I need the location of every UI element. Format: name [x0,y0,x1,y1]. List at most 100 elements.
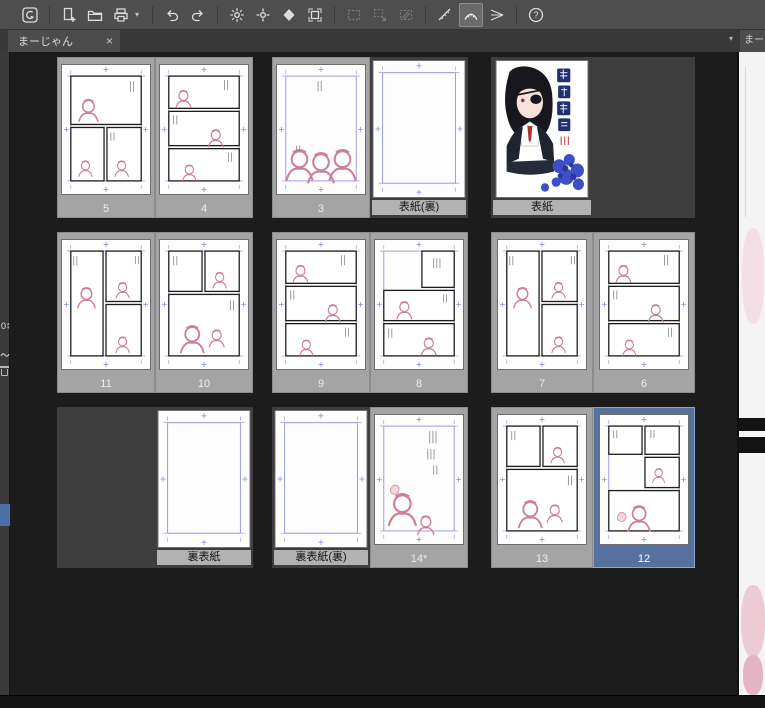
back-cover[interactable]: 裏表紙 [155,407,253,568]
spread: 11 10 [57,232,253,393]
page-canvas[interactable] [160,65,248,194]
clip-studio-logo-icon[interactable] [18,3,42,27]
page-9[interactable]: 9 [272,232,370,393]
page-14-modified[interactable]: 14* [370,407,468,568]
page-canvas[interactable] [160,240,248,369]
page-canvas[interactable] [375,415,463,544]
page-label: 11 [100,378,112,390]
rotate-view-icon[interactable] [225,3,249,27]
empty-slot [593,57,695,218]
select-move-icon [368,3,392,27]
spread: 表紙 [491,57,695,218]
page-label: 14* [410,553,428,565]
front-cover[interactable]: 表紙 [491,57,593,218]
page-canvas[interactable] [496,61,588,197]
page-label: 裏表紙(裏) [274,550,368,565]
spread: 3 表紙(裏) [272,57,468,218]
shape-fill-icon[interactable] [277,3,301,27]
toolbar: ▾? [0,0,765,30]
front-cover-inside[interactable]: 表紙(裏) [370,57,468,218]
trash-icon[interactable] [0,366,9,376]
right-canvas-tab[interactable]: まー [740,30,765,52]
tab-close-icon[interactable]: × [106,34,113,48]
page-label: 10 [197,378,211,390]
tab-list-chevron-icon[interactable]: ▾ [729,34,733,43]
page-label: 6 [640,378,648,390]
page-7[interactable]: 7 [491,232,593,393]
page-8[interactable]: 8 [370,232,468,393]
toolbar-separator [334,5,335,24]
select-rect-icon [342,3,366,27]
page-canvas[interactable] [275,411,367,547]
snap-vanishing-icon[interactable] [485,3,509,27]
snap-ruler-icon[interactable] [433,3,457,27]
spread: 7 6 [491,232,695,393]
page-grid: 5 4 3 表紙(裏) 表紙 11 10 9 8 7 6 裏表紙 裏表紙(裏) 14*… [10,52,736,695]
redo-icon[interactable] [186,3,210,27]
page-label: 9 [317,378,325,390]
page-canvas[interactable] [375,240,463,369]
page-label: 13 [535,553,549,565]
page-canvas[interactable] [158,411,250,547]
page-5[interactable]: 5 [57,57,155,218]
page-13[interactable]: 13 [491,407,593,568]
page-label: 表紙 [493,200,591,215]
page-label: 表紙(裏) [372,200,466,215]
help-icon[interactable]: ? [524,3,548,27]
back-cover-inside[interactable]: 裏表紙(裏) [272,407,370,568]
page-10[interactable]: 10 [155,232,253,393]
page-canvas[interactable] [498,415,586,544]
page-canvas[interactable] [600,415,688,544]
page-12[interactable]: 12 [593,407,695,568]
page-canvas[interactable] [277,65,365,194]
canvas-preview-panel[interactable] [737,52,765,695]
page-3[interactable]: 3 [272,57,370,218]
reset-view-icon[interactable] [251,3,275,27]
spread: 裏表紙 [57,407,253,568]
page-6[interactable]: 6 [593,232,695,393]
snap-special-ruler-icon[interactable] [459,2,483,27]
export-dropdown-icon[interactable]: ▾ [135,3,145,27]
undo-icon[interactable] [160,3,184,27]
document-tab-title: まーじゃん [18,36,73,48]
spinner-value: 0 [1,321,7,331]
empty-slot [57,407,155,568]
spread: 9 8 [272,232,468,393]
canvas-guide-line [745,67,746,217]
canvas-panel-bar [739,418,765,431]
page-canvas[interactable] [600,240,688,369]
canvas-sketch-upper [742,228,764,324]
toolbar-separator [425,5,426,24]
page-label: 3 [317,203,325,215]
value-spinner[interactable]: 0 ▴ ▾ [1,322,10,331]
spread: 13 12 [491,407,695,568]
canvas-panel-bar [739,437,765,453]
page-4[interactable]: 4 [155,57,253,218]
frame-crop-icon[interactable] [303,3,327,27]
page-label: 7 [538,378,546,390]
new-document-icon[interactable] [57,3,81,27]
toolbar-separator [49,5,50,24]
page-canvas[interactable] [62,65,150,194]
page-11[interactable]: 11 [57,232,155,393]
page-label: 5 [102,203,110,215]
page-canvas[interactable] [373,61,465,197]
canvas-sketch-lower [741,585,765,657]
right-canvas-tab-title: まー [744,35,764,46]
open-file-icon[interactable] [83,3,107,27]
select-fill-icon [394,3,418,27]
toolbar-separator [152,5,153,24]
page-canvas[interactable] [277,240,365,369]
page-canvas[interactable] [62,240,150,369]
canvas-sketch-lower [743,655,763,695]
export-icon[interactable] [109,3,133,27]
document-tab[interactable]: まーじゃん × [8,30,120,52]
toolbar-separator [516,5,517,24]
status-bar [0,695,765,708]
application-window: ▾? まーじゃん × ▾ まー 0 ▴ ▾ 5 4 3 表紙(裏) 表紙 11 … [0,0,765,708]
spread: 5 4 [57,57,253,218]
page-canvas[interactable] [498,240,586,369]
stroke-icon[interactable] [0,346,10,364]
page-label: 8 [415,378,423,390]
document-tabbar: まーじゃん × ▾ [0,30,765,52]
